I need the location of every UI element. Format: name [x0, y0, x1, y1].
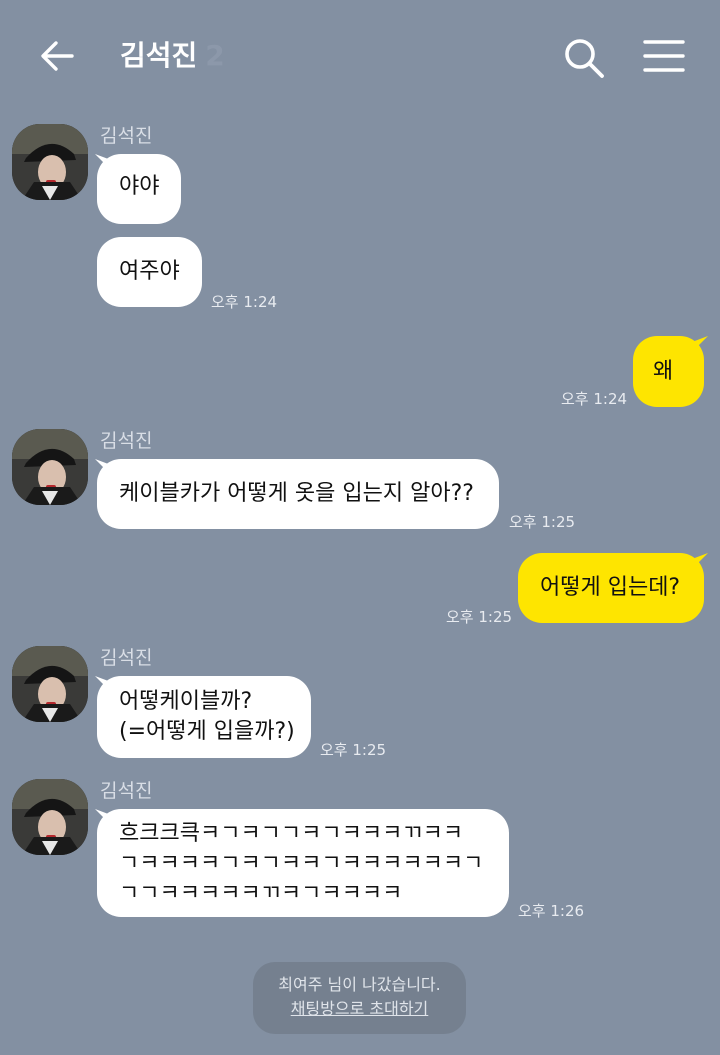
search-icon[interactable] [562, 36, 606, 80]
message-time: 오후 1:25 [446, 608, 513, 626]
message-time: 오후 1:26 [518, 902, 585, 920]
system-notice: 최여주 님이 나갔습니다. 채팅방으로 초대하기 [253, 962, 466, 1034]
avatar[interactable] [12, 124, 88, 200]
chat-title-name: 김석진 [120, 39, 198, 72]
message-line: ㄱㅋㅋㅋㅋㄱㅋㄱㅋㅋㄱㅋㅋㅋㅋㅋㅋㄱ [119, 851, 484, 876]
message-time: 오후 1:25 [509, 513, 576, 531]
invite-to-chat-link[interactable]: 채팅방으로 초대하기 [253, 997, 466, 1021]
hamburger-menu-icon[interactable] [642, 38, 686, 74]
sender-name: 김석진 [100, 780, 153, 802]
message-bubble[interactable]: 어떻케이블까? (=어떻게 입을까?) [97, 676, 311, 758]
message-line: (=어떻게 입을까?) [119, 719, 295, 744]
chat-title: 김석진 2 [120, 38, 225, 74]
profile-photo-icon [12, 779, 88, 855]
avatar[interactable] [12, 646, 88, 722]
avatar[interactable] [12, 779, 88, 855]
message-time: 오후 1:24 [211, 293, 278, 311]
message-time: 오후 1:24 [561, 390, 628, 408]
message-bubble-outgoing[interactable]: 어떻게 입는데? [518, 553, 704, 623]
message-bubble[interactable]: 야야 [97, 154, 181, 224]
message-line: 흐크크큭ㅋㄱㅋㄱㄱㅋㄱㅋㅋㅋㄲㅋㅋ [119, 821, 464, 846]
arrow-left-icon[interactable] [38, 36, 78, 76]
message-bubble[interactable]: 흐크크큭ㅋㄱㅋㄱㄱㅋㄱㅋㅋㅋㄲㅋㅋ ㄱㅋㅋㅋㅋㄱㅋㄱㅋㅋㄱㅋㅋㅋㅋㅋㅋㄱ ㄱㄱㅋ… [97, 809, 509, 917]
profile-photo-icon [12, 646, 88, 722]
message-line: ㄱㄱㅋㅋㅋㅋㅋㄲㅋㄱㅋㅋㅋㅋ [119, 881, 403, 906]
avatar[interactable] [12, 429, 88, 505]
sender-name: 김석진 [100, 430, 153, 452]
bubble-tail [692, 336, 708, 352]
message-line: 어떻케이블까? [119, 689, 253, 714]
message-bubble[interactable]: 여주야 [97, 237, 202, 307]
message-bubble[interactable]: 케이블카가 어떻게 옷을 입는지 알아?? [97, 459, 499, 529]
message-time: 오후 1:25 [320, 741, 387, 759]
sender-name: 김석진 [100, 647, 153, 669]
profile-photo-icon [12, 429, 88, 505]
profile-photo-icon [12, 124, 88, 200]
sender-name: 김석진 [100, 125, 153, 147]
bubble-tail [692, 553, 708, 569]
chat-header: 김석진 2 [0, 0, 720, 110]
member-count: 2 [205, 39, 225, 72]
notice-text: 최여주 님이 나갔습니다. [278, 975, 441, 994]
